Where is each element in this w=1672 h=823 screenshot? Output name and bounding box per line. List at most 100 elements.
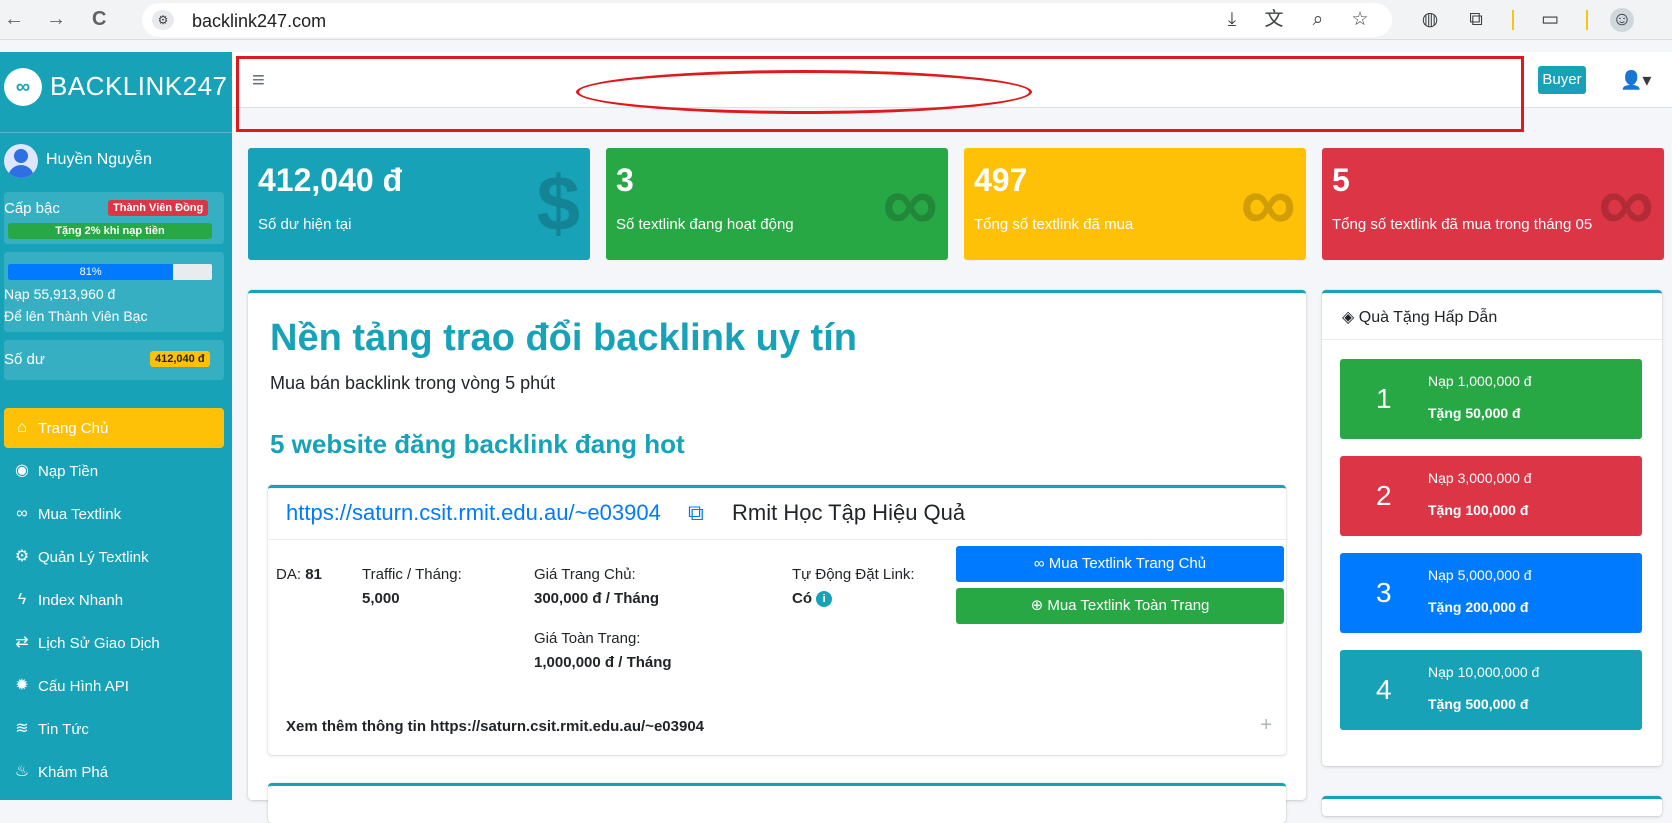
sidebar-item[interactable]: ⚙ Quản Lý Textlink: [4, 537, 224, 577]
sidebar-item-label: Quản Lý Textlink: [38, 549, 149, 566]
stat-box: 497 Tổng số textlink đã mua ∞: [964, 148, 1306, 260]
cog-icon: ✹: [15, 677, 29, 694]
divider: [1322, 339, 1662, 340]
link-icon: ∞: [1598, 159, 1654, 247]
auto-link-value: Có: [792, 590, 812, 607]
rank-label: Cấp bậc: [4, 200, 60, 217]
page-subtitle: Mua bán backlink trong vòng 5 phút: [270, 373, 556, 393]
gift-bonus: Tặng 50,000 đ: [1428, 405, 1521, 421]
gift-item[interactable]: 2 Nạp 3,000,000 đ Tặng 100,000 đ: [1340, 456, 1642, 536]
translate-icon[interactable]: 文: [1262, 8, 1286, 32]
info-icon[interactable]: i: [816, 591, 833, 607]
sidebar-item-label: Trang Chủ: [38, 420, 109, 437]
expand-plus-icon[interactable]: +: [1260, 714, 1272, 737]
gift-deposit: Nạp 1,000,000 đ: [1428, 373, 1532, 389]
stat-value: 497: [974, 162, 1028, 198]
user-name: Huyền Nguyễn: [46, 151, 152, 168]
url-text[interactable]: backlink247.com: [192, 11, 326, 32]
sidebar-item[interactable]: ≋ Tin Tức: [4, 709, 224, 749]
user-dropdown-icon[interactable]: 👤▾: [1620, 70, 1651, 91]
sidebar-item[interactable]: ⇄ Lịch Sử Giao Dịch: [4, 623, 224, 663]
buyer-button[interactable]: Buyer: [1538, 66, 1586, 94]
more-info-toggle[interactable]: Xem thêm thông tin https://saturn.csit.r…: [286, 718, 704, 735]
bookmark-star-icon[interactable]: ☆: [1348, 8, 1372, 32]
address-bar[interactable]: ⚙ backlink247.com: [142, 3, 1392, 37]
website-card: [268, 783, 1286, 823]
sidebar-item[interactable]: ϟ Index Nhanh: [4, 580, 224, 620]
gift-number: 4: [1376, 674, 1392, 705]
sidebar-item[interactable]: ∞ Mua Textlink: [4, 494, 224, 534]
layers-icon: ◈: [1342, 309, 1359, 326]
auto-link-label: Tự Động Đặt Link:: [792, 566, 915, 583]
gift-bonus: Tặng 500,000 đ: [1428, 696, 1529, 712]
sidebar-item[interactable]: ♨ Khám Phá: [4, 752, 224, 792]
browser-toolbar: ← → C ⚙ backlink247.com ⤓ 文 ⌕ ☆ ◍ ⧉ ▭ ☺: [0, 0, 1672, 40]
user-avatar-icon: [4, 144, 38, 178]
toolbar-separator: [1512, 10, 1514, 30]
sidebar-item-label: Tin Tức: [38, 721, 89, 738]
external-link-icon[interactable]: ⧉: [688, 500, 704, 526]
reload-icon[interactable]: C: [92, 8, 106, 31]
website-card: https://saturn.csit.rmit.edu.au/~e03904 …: [268, 485, 1286, 755]
profile-avatar-icon[interactable]: ☺: [1610, 8, 1634, 32]
balance-badge: 412,040 đ: [150, 351, 210, 367]
gifts-card: ◈ Quà Tặng Hấp Dẫn 1 Nạp 1,000,000 đ Tặng …: [1322, 290, 1662, 766]
balance-panel: Số dư 412,040 đ: [4, 340, 224, 380]
forward-icon[interactable]: →: [46, 8, 66, 31]
rank-progress-bar: 81%: [8, 264, 212, 280]
stat-value: 5: [1332, 162, 1350, 198]
stat-box: 3 Số textlink đang hoạt động ∞: [606, 148, 948, 260]
brand[interactable]: ∞ BACKLINK247: [4, 62, 228, 106]
brand-name: BACKLINK247: [50, 71, 228, 101]
traffic-label: Traffic / Tháng:: [362, 566, 462, 583]
home-price-value: 300,000 đ / Tháng: [534, 590, 660, 607]
gifts-title: ◈ Quà Tặng Hấp Dẫn: [1342, 309, 1498, 326]
next-rank-line: Để lên Thành Viên Bạc: [4, 308, 148, 324]
home-icon: ⌂: [17, 419, 27, 436]
sidebar-item-label: Index Nhanh: [38, 592, 124, 609]
stat-label: Tổng số textlink đã mua trong tháng 05: [1332, 216, 1593, 233]
sidebar-menu: ⌂ Trang Chủ ◉ Nạp Tiền ∞ Mua Textlink ⚙ Quản Lý…: [0, 408, 232, 795]
gift-item[interactable]: 1 Nạp 1,000,000 đ Tặng 50,000 đ: [1340, 359, 1642, 439]
buy-home-textlink-button[interactable]: ∞ Mua Textlink Trang Chủ: [956, 546, 1284, 582]
extension-badge-icon[interactable]: ◍: [1418, 8, 1442, 32]
website-name: Rmit Học Tập Hiệu Quả: [732, 500, 966, 525]
full-price-label: Giá Toàn Trang:: [534, 630, 641, 647]
gift-item[interactable]: 4 Nạp 10,000,000 đ Tặng 500,000 đ: [1340, 650, 1642, 730]
stat-value: 3: [616, 162, 634, 198]
stat-label: Số dư hiện tại: [258, 216, 352, 233]
divider: [0, 132, 232, 133]
main-card: Nền tảng trao đổi backlink uy tín Mua bá…: [248, 290, 1306, 823]
buy-full-textlink-button[interactable]: ⊕ Mua Textlink Toàn Trang: [956, 588, 1284, 624]
gift-item[interactable]: 3 Nạp 5,000,000 đ Tặng 200,000 đ: [1340, 553, 1642, 633]
gift-deposit: Nạp 3,000,000 đ: [1428, 470, 1532, 486]
sidebar-item[interactable]: ✹ Cấu Hình API: [4, 666, 224, 706]
sidebar: ∞ BACKLINK247 Huyền Nguyễn Cấp bậc Thành…: [0, 52, 232, 800]
sidebar-item-label: Mua Textlink: [38, 506, 122, 523]
sidebar-item[interactable]: ⌂ Trang Chủ: [4, 408, 224, 448]
rank-badge: Thành Viên Đồng: [108, 200, 209, 216]
auto-link-field: Có i: [792, 590, 833, 607]
balance-label: Số dư: [4, 351, 45, 368]
sidebar-item-label: Khám Phá: [38, 764, 109, 781]
back-icon[interactable]: ←: [4, 8, 24, 31]
rss-icon: ≋: [15, 720, 29, 737]
brand-logo-icon: ∞: [4, 68, 42, 106]
stat-value: 412,040 đ: [258, 162, 403, 198]
full-price-value: 1,000,000 đ / Tháng: [534, 654, 672, 671]
stat-label: Tổng số textlink đã mua: [974, 216, 1134, 233]
install-icon[interactable]: ⤓: [1220, 8, 1244, 32]
website-url-link[interactable]: https://saturn.csit.rmit.edu.au/~e03904: [286, 500, 661, 526]
da-field: DA: 81: [276, 566, 322, 583]
reading-list-icon[interactable]: ▭: [1538, 8, 1562, 32]
sidebar-item[interactable]: ◉ Nạp Tiền: [4, 451, 224, 491]
piggy-bank-icon: ◉: [15, 462, 29, 479]
user-panel[interactable]: Huyền Nguyễn: [4, 144, 228, 178]
dollar-icon: $: [536, 159, 580, 247]
rank-panel: Cấp bậc Thành Viên Đồng Tặng 2% khi nạp …: [4, 192, 224, 244]
site-settings-icon[interactable]: ⚙: [152, 10, 174, 30]
progress-panel: 81% Nạp 55,913,960 đ Để lên Thành Viên B…: [4, 252, 224, 332]
exchange-icon: ⇄: [15, 634, 29, 651]
zoom-icon[interactable]: ⌕: [1306, 8, 1330, 32]
extensions-puzzle-icon[interactable]: ⧉: [1464, 8, 1488, 32]
